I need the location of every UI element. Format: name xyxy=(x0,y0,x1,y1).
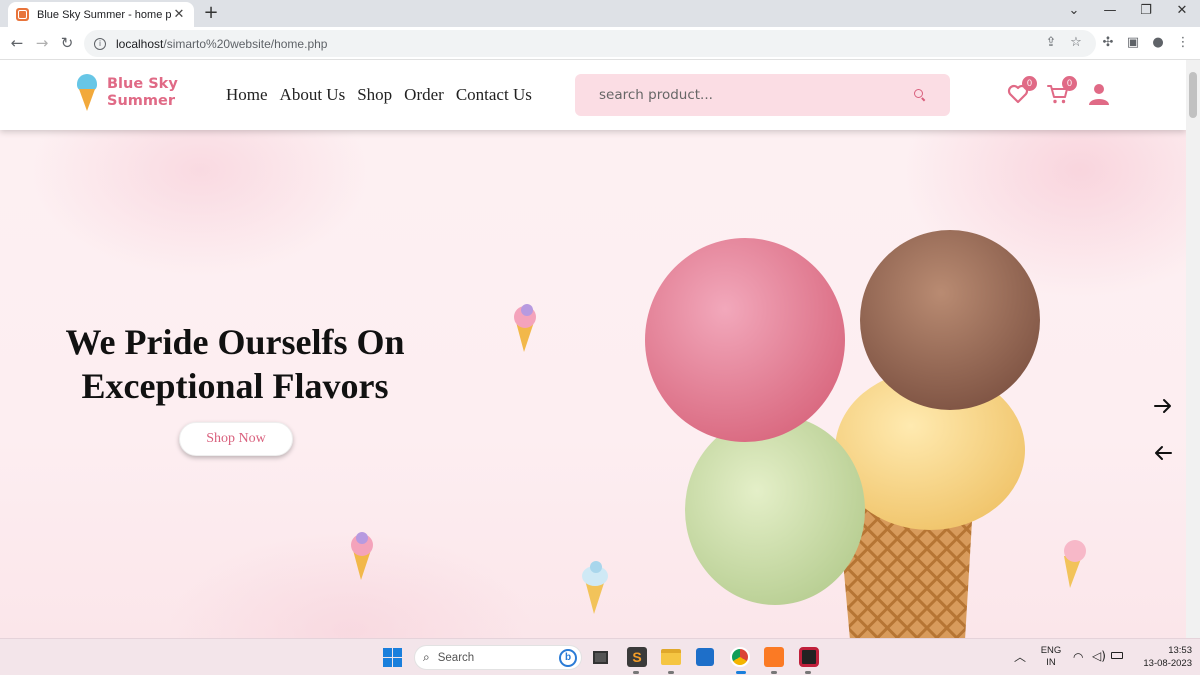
new-tab-button[interactable]: + xyxy=(202,4,220,22)
running-indicator xyxy=(633,671,639,674)
lang-line1: ENG xyxy=(1040,645,1062,656)
hero-title-line2: Exceptional Flavors xyxy=(81,366,389,406)
side-panel-icon[interactable]: ▣ xyxy=(1125,35,1141,51)
clock-date: 13-08-2023 xyxy=(1143,658,1192,669)
prev-slide-arrow-icon[interactable] xyxy=(1152,442,1174,464)
search-icon[interactable] xyxy=(914,89,926,101)
close-window-button[interactable]: ✕ xyxy=(1172,3,1192,18)
windows-taskbar: ⌕ Search b S ︿ ENG IN ◠ ◁) 13:53 13-08-2… xyxy=(0,638,1200,675)
running-indicator xyxy=(668,671,674,674)
cart-button[interactable]: 0 xyxy=(1046,76,1077,106)
account-button[interactable] xyxy=(1087,82,1111,106)
menu-kebab-icon[interactable]: ⋮ xyxy=(1175,35,1191,51)
hero-banner: We Pride Ourselfs On Exceptional Flavors… xyxy=(0,130,1186,638)
lang-line2: IN xyxy=(1046,657,1056,668)
hero-title: We Pride Ourselfs On Exceptional Flavors xyxy=(40,320,430,408)
taskbar-search-label: Search xyxy=(437,651,475,664)
url-path: /simarto%20website/home.php xyxy=(163,36,328,51)
wishlist-button[interactable]: 0 xyxy=(1006,76,1037,106)
battery-icon[interactable] xyxy=(1111,652,1123,659)
bing-icon[interactable]: b xyxy=(559,649,577,667)
logo-line2: Summer xyxy=(107,93,175,109)
search-input[interactable] xyxy=(599,87,914,103)
clock-time: 13:53 xyxy=(1168,645,1192,656)
nav-shop[interactable]: Shop xyxy=(357,85,392,105)
xampp-favicon-icon xyxy=(16,8,29,21)
extensions-puzzle-icon[interactable]: ✣ xyxy=(1100,35,1116,51)
logo-wordmark: Blue Sky Summer xyxy=(107,76,178,110)
nav-order[interactable]: Order xyxy=(404,85,444,105)
running-indicator xyxy=(771,671,777,674)
running-indicator xyxy=(805,671,811,674)
hero-title-line1: We Pride Ourselfs On xyxy=(65,322,405,362)
back-arrow-icon[interactable]: ← xyxy=(7,33,27,53)
sublime-text-app-icon[interactable]: S xyxy=(627,647,647,667)
chrome-app-icon[interactable] xyxy=(730,647,750,667)
reload-icon[interactable]: ↻ xyxy=(57,33,77,53)
logo-line1: Blue Sky xyxy=(107,76,178,92)
ice-cream-logo-icon xyxy=(76,74,98,112)
ice-cream-cone-image xyxy=(645,230,1040,638)
maximize-button[interactable]: ❐ xyxy=(1136,3,1156,18)
task-view-icon[interactable] xyxy=(593,651,608,664)
language-indicator[interactable]: ENG IN xyxy=(1040,645,1062,669)
small-cone-decoration-icon xyxy=(514,304,536,352)
tab-search-chevron-icon[interactable]: ⌄ xyxy=(1064,3,1084,18)
running-indicator xyxy=(736,671,746,674)
product-search-bar xyxy=(575,74,950,116)
windows-start-icon[interactable] xyxy=(383,648,402,667)
site-info-icon[interactable]: i xyxy=(94,37,106,50)
file-explorer-app-icon[interactable] xyxy=(661,649,681,665)
forward-arrow-icon[interactable]: → xyxy=(32,33,52,53)
browser-tab[interactable]: Blue Sky Summer - home page ✕ xyxy=(8,2,194,27)
microsoft-store-app-icon[interactable] xyxy=(696,648,714,666)
browser-tab-strip: Blue Sky Summer - home page ✕ + ⌄ — ❐ ✕ xyxy=(0,0,1200,27)
taskbar-search-box[interactable]: ⌕ Search b xyxy=(414,645,582,670)
site-header: Blue Sky Summer Home About Us Shop Order… xyxy=(0,60,1186,130)
shop-now-button[interactable]: Shop Now xyxy=(179,422,293,456)
page-scrollbar[interactable] xyxy=(1186,60,1200,638)
profile-icon[interactable]: ● xyxy=(1150,35,1166,51)
small-cone-decoration-icon xyxy=(582,561,608,614)
url-host: localhost xyxy=(116,36,164,51)
page-viewport: Blue Sky Summer Home About Us Shop Order… xyxy=(0,60,1186,638)
wifi-icon[interactable]: ◠ xyxy=(1073,650,1083,664)
taskbar-search-icon: ⌕ xyxy=(423,650,430,664)
small-cone-decoration-icon xyxy=(1064,540,1086,588)
xampp-app-icon[interactable] xyxy=(764,647,784,667)
nav-home[interactable]: Home xyxy=(226,85,268,105)
user-icon xyxy=(1089,84,1109,105)
url-text: localhost/simarto%20website/home.php xyxy=(116,37,327,51)
show-hidden-icons-chevron-icon[interactable]: ︿ xyxy=(1014,648,1026,665)
recorder-app-icon[interactable] xyxy=(799,647,819,667)
main-nav: Home About Us Shop Order Contact Us xyxy=(226,85,532,105)
cart-count-badge: 0 xyxy=(1062,76,1077,91)
volume-icon[interactable]: ◁) xyxy=(1092,649,1106,663)
address-bar[interactable]: i localhost/simarto%20website/home.php xyxy=(84,30,1096,57)
bookmark-star-icon[interactable]: ☆ xyxy=(1068,35,1084,51)
nav-about-us[interactable]: About Us xyxy=(280,85,346,105)
tab-close-icon[interactable]: ✕ xyxy=(172,7,186,22)
wishlist-count-badge: 0 xyxy=(1022,76,1037,91)
browser-toolbar: ← → ↻ i localhost/simarto%20website/home… xyxy=(0,27,1200,60)
nav-contact-us[interactable]: Contact Us xyxy=(456,85,532,105)
tab-title: Blue Sky Summer - home page xyxy=(37,8,172,21)
next-slide-arrow-icon[interactable] xyxy=(1152,395,1174,417)
share-icon[interactable]: ⇪ xyxy=(1043,35,1059,51)
site-logo[interactable]: Blue Sky Summer xyxy=(76,74,178,112)
scrollbar-thumb[interactable] xyxy=(1189,72,1197,118)
minimize-button[interactable]: — xyxy=(1100,3,1120,18)
clock[interactable]: 13:53 13-08-2023 xyxy=(1132,644,1192,670)
small-cone-decoration-icon xyxy=(351,532,373,580)
